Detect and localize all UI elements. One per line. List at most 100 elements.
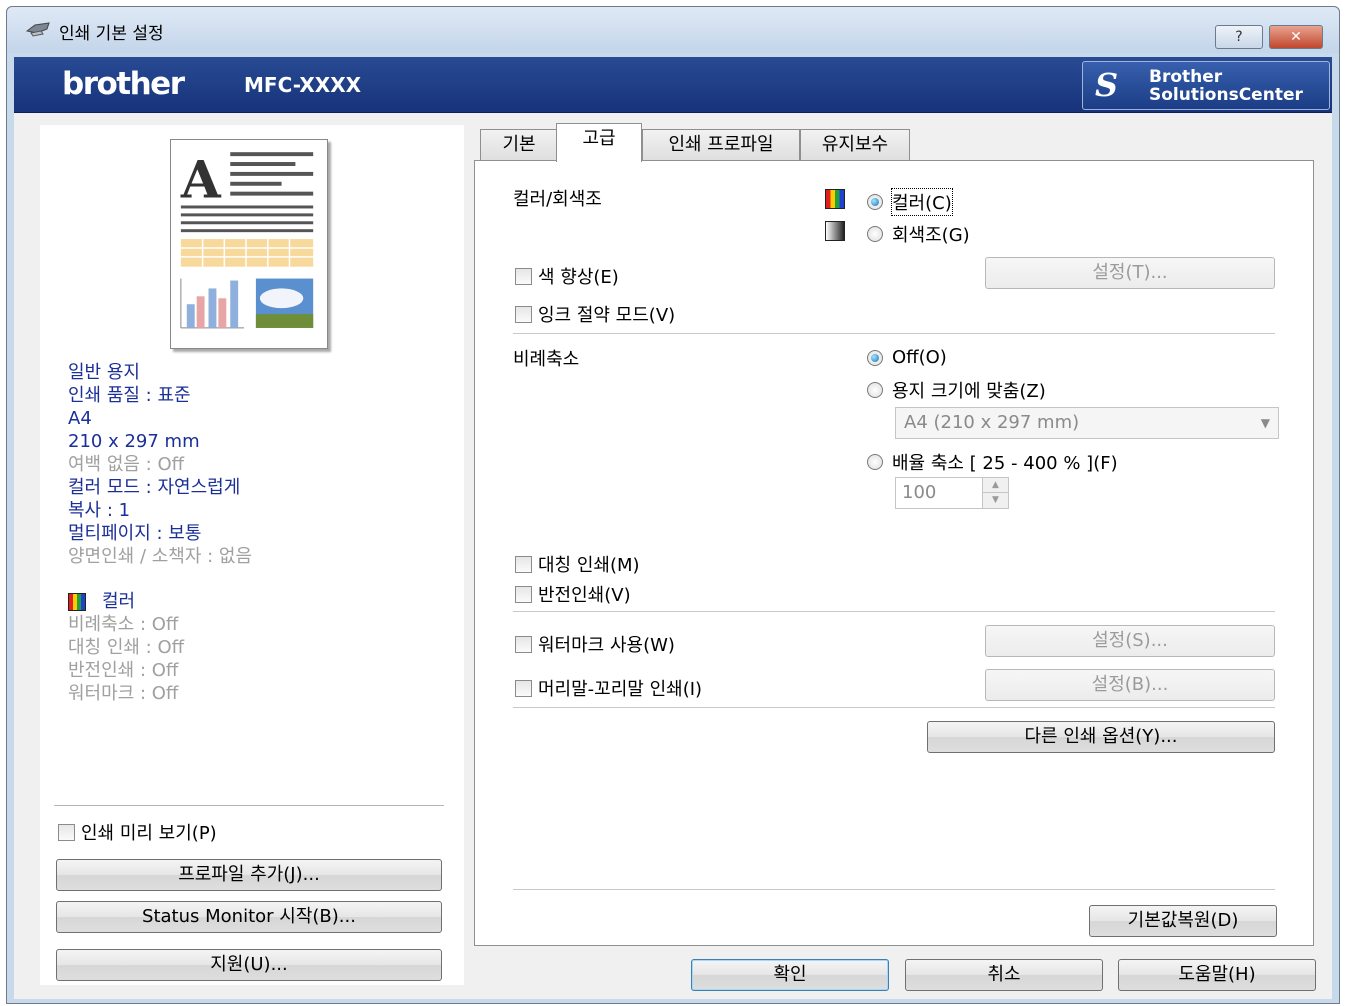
tab-basic[interactable]: 기본 — [480, 129, 558, 161]
tab-maintenance[interactable]: 유지보수 — [800, 129, 910, 161]
separator — [513, 707, 1275, 708]
print-preview-checkbox[interactable]: 인쇄 미리 보기(P) — [58, 819, 217, 845]
solutions-center-label-1: Brother — [1149, 67, 1223, 87]
summary-line: A4 — [68, 408, 92, 429]
ink-save-checkbox[interactable]: 잉크 절약 모드(V) — [515, 301, 675, 327]
ink-save-label: 잉크 절약 모드(V) — [538, 305, 676, 326]
summary-status-line: 워터마크 : Off — [68, 683, 179, 704]
summary-line: 210 x 297 mm — [68, 431, 200, 452]
summary-line: 여백 없음 : Off — [68, 454, 185, 475]
advanced-tab-panel: 컬러/회색조 컬러(C) 회색조(G) 색 향상(E) 설정(T)... 잉크 … — [474, 160, 1314, 946]
restore-default-button[interactable]: 기본값복원(D) — [1089, 905, 1277, 937]
checkbox-box[interactable] — [58, 823, 75, 841]
checkbox-box[interactable] — [515, 679, 532, 697]
scale-percent-stepper[interactable]: 100 ▲ ▼ — [895, 477, 1009, 509]
color-mode-summary: 컬러 — [68, 590, 252, 613]
color-swatch-icon — [825, 189, 845, 209]
fit-to-paper-radio[interactable]: 용지 크기에 맞춤(Z) — [867, 377, 1046, 403]
chevron-down-icon: ▼ — [1260, 416, 1270, 430]
color-enhance-label: 색 향상(E) — [538, 267, 619, 288]
mirror-print-checkbox[interactable]: 대칭 인쇄(M) — [515, 551, 640, 577]
header-footer-checkbox[interactable]: 머리말-꼬리말 인쇄(I) — [515, 675, 702, 701]
grayscale-radio[interactable]: 회색조(G) — [867, 221, 970, 247]
checkbox-box[interactable] — [515, 267, 532, 285]
color-enhance-checkbox[interactable]: 색 향상(E) — [515, 263, 619, 289]
header-footer-label: 머리말-꼬리말 인쇄(I) — [538, 679, 703, 700]
settings-summary-text: 일반 용지 인쇄 품질 : 표준 A4 210 x 297 mm 여백 없음 :… — [68, 361, 252, 705]
checkbox-box[interactable] — [515, 555, 532, 573]
summary-status-line: 대칭 인쇄 : Off — [68, 637, 185, 658]
separator — [513, 333, 1275, 334]
summary-line: 멀티페이지 : 보통 — [68, 523, 202, 544]
solutions-center-label-2: SolutionsCenter — [1149, 85, 1303, 105]
summary-line: 컬러 모드 : 자연스럽게 — [68, 477, 241, 498]
radio-button[interactable] — [867, 454, 883, 470]
summary-line: 복사 : 1 — [68, 500, 131, 521]
free-scale-radio[interactable]: 배율 축소 [ 25 - 400 % ](F) — [867, 449, 1118, 475]
mirror-print-label: 대칭 인쇄(M) — [538, 555, 640, 576]
reverse-print-checkbox[interactable]: 반전인쇄(V) — [515, 581, 631, 607]
radio-button[interactable] — [867, 226, 883, 242]
print-preview-label: 인쇄 미리 보기(P) — [81, 823, 217, 844]
checkbox-box[interactable] — [515, 305, 532, 323]
watermark-label: 워터마크 사용(W) — [538, 635, 675, 656]
help-title-button[interactable]: ? — [1215, 25, 1263, 49]
tab-advanced[interactable]: 고급 — [556, 123, 642, 162]
grayscale-swatch-icon — [825, 221, 845, 241]
title-bar: 인쇄 기본 설정 ? ✕ — [7, 7, 1339, 53]
dialog-content: A 일반 용지 인쇄 품질: 표준 A4 210 x 297 mm 여백 없음… — [14, 113, 1332, 999]
svg-text:A: A — [180, 151, 222, 211]
color-mode-label: 컬러 — [102, 591, 136, 612]
other-print-options-button[interactable]: 다른 인쇄 옵션(Y)... — [927, 721, 1275, 753]
summary-line: 양면인쇄 / 소책자 : 없음 — [68, 546, 253, 567]
add-profile-button[interactable]: 프로파일 추가(J)... — [56, 859, 442, 891]
reverse-print-label: 반전인쇄(V) — [538, 585, 631, 606]
color-radio-label: 컬러(C) — [891, 188, 953, 216]
header-footer-settings-button[interactable]: 설정(B)... — [985, 669, 1275, 701]
color-grayscale-label: 컬러/회색조 — [513, 189, 602, 210]
close-button[interactable]: ✕ — [1269, 25, 1323, 49]
scaling-off-radio[interactable]: Off(O) — [867, 347, 947, 368]
checkbox-box[interactable] — [515, 635, 532, 653]
scale-percent-value: 100 — [902, 482, 937, 503]
scaling-off-label: Off(O) — [892, 347, 947, 368]
status-monitor-button[interactable]: Status Monitor 시작(B)... — [56, 901, 442, 933]
help-button[interactable]: 도움말(H) — [1118, 959, 1316, 991]
free-scale-label: 배율 축소 [ 25 - 400 % ](F) — [892, 453, 1118, 474]
solutions-center-icon: S — [1095, 66, 1119, 104]
left-divider — [54, 805, 444, 806]
brother-logo: brother — [62, 66, 185, 102]
watermark-settings-button[interactable]: 설정(S)... — [985, 625, 1275, 657]
fit-to-paper-label: 용지 크기에 맞춤(Z) — [892, 381, 1046, 402]
radio-button[interactable] — [867, 349, 883, 366]
radio-button[interactable] — [867, 194, 883, 210]
separator — [513, 611, 1275, 612]
window-title: 인쇄 기본 설정 — [59, 24, 164, 44]
checkbox-box[interactable] — [515, 585, 532, 603]
scaling-label: 비례축소 — [513, 349, 580, 370]
color-enhance-settings-button[interactable]: 설정(T)... — [985, 257, 1275, 289]
tab-print-profiles[interactable]: 인쇄 프로파일 — [642, 129, 800, 161]
spin-buttons[interactable]: ▲ ▼ — [982, 478, 1008, 508]
print-preferences-window: 인쇄 기본 설정 ? ✕ brother MFC-XXXX S Brother … — [6, 6, 1340, 1004]
model-name: MFC-XXXX — [244, 73, 362, 97]
solutions-center-button[interactable]: S Brother SolutionsCenter — [1082, 61, 1330, 110]
paper-size-select[interactable]: A4 (210 x 297 mm) ▼ — [895, 407, 1279, 439]
summary-line: 인쇄 품질 : 표준 — [68, 385, 191, 406]
summary-line: 일반 용지 — [68, 362, 140, 383]
spin-down-icon[interactable]: ▼ — [983, 493, 1008, 508]
color-radio[interactable]: 컬러(C) — [867, 188, 953, 216]
cancel-button[interactable]: 취소 — [905, 959, 1103, 991]
page-preview-image: A — [170, 139, 328, 349]
support-button[interactable]: 지원(U)... — [56, 949, 442, 981]
grayscale-radio-label: 회색조(G) — [892, 225, 970, 246]
ok-button[interactable]: 확인 — [691, 959, 889, 991]
radio-button[interactable] — [867, 382, 883, 398]
watermark-checkbox[interactable]: 워터마크 사용(W) — [515, 631, 675, 657]
separator — [513, 889, 1275, 890]
summary-status-line: 반전인쇄 : Off — [68, 660, 179, 681]
spin-up-icon[interactable]: ▲ — [983, 478, 1008, 493]
paper-size-value: A4 (210 x 297 mm) — [904, 412, 1080, 433]
color-icon — [68, 592, 86, 611]
summary-status-line: 비례축소 : Off — [68, 614, 179, 635]
